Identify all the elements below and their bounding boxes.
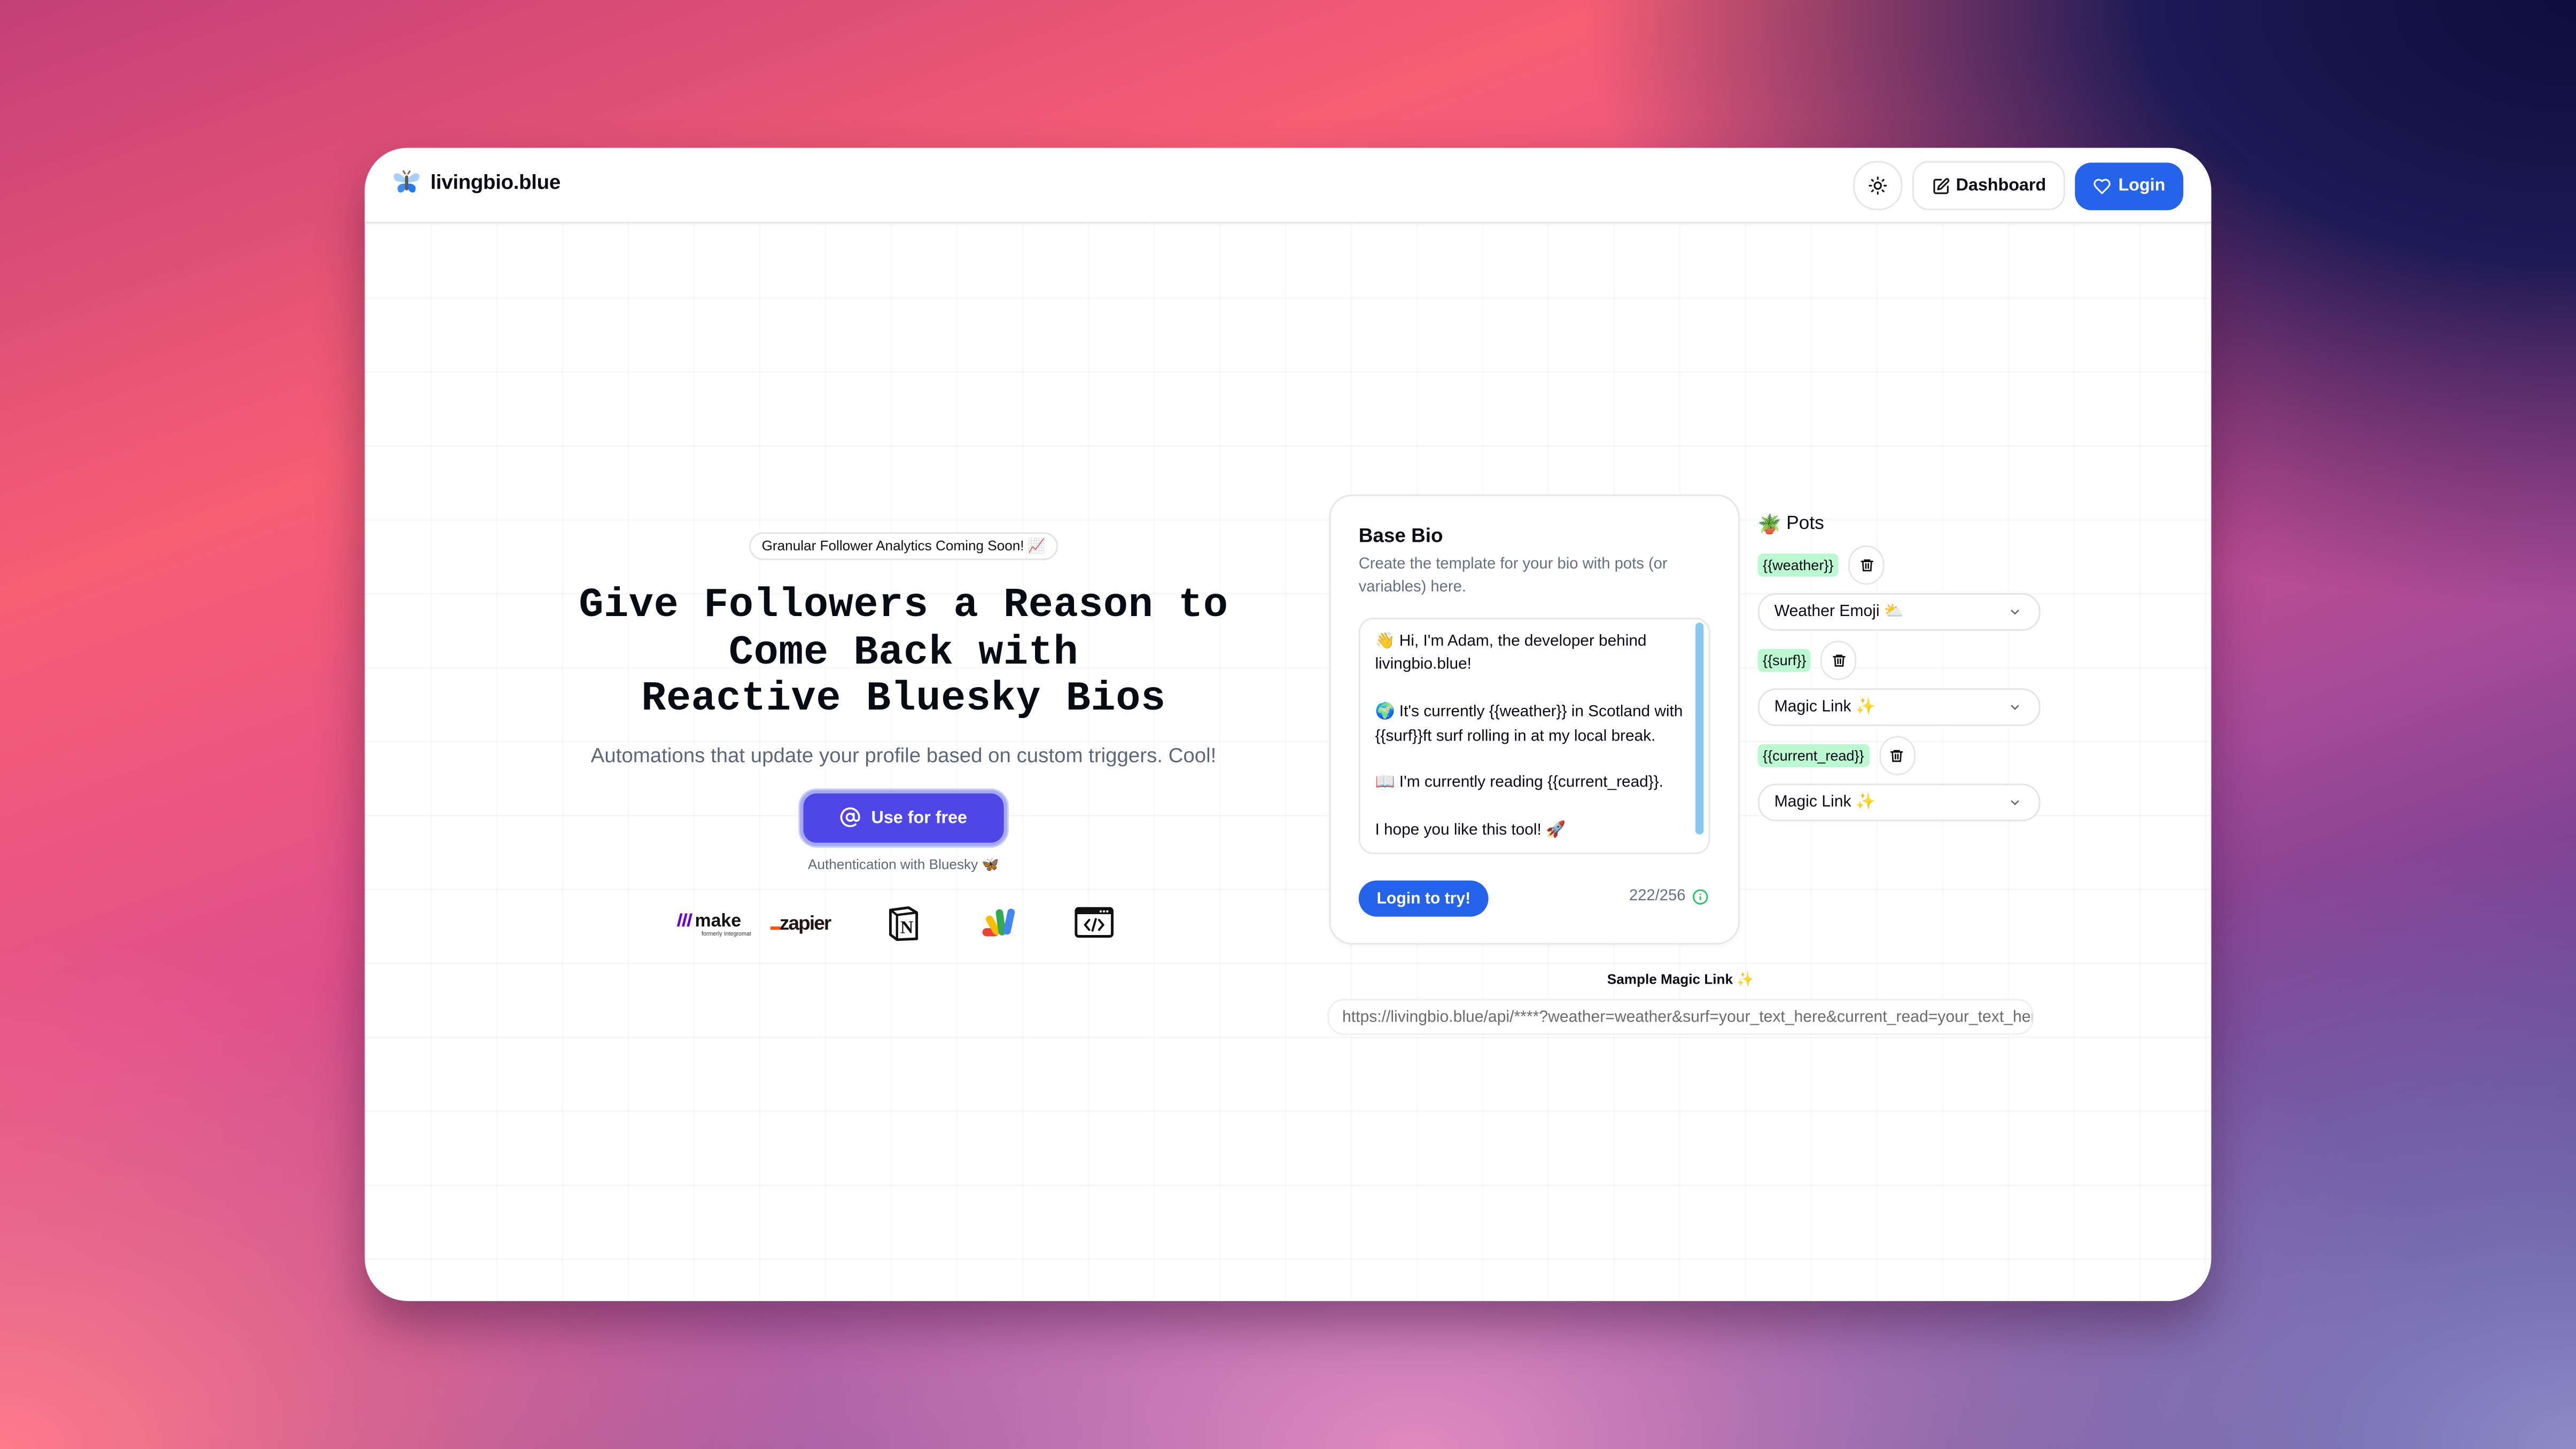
headline-highlight: Reactive Bluesky Bios <box>641 675 1166 723</box>
magic-link-label: Sample Magic Link ✨ <box>1607 971 1754 987</box>
theme-toggle-button[interactable] <box>1852 161 1902 211</box>
dashboard-button[interactable]: Dashboard <box>1911 161 2066 211</box>
pot-tag: {{surf}} <box>1757 649 1811 672</box>
pot-item: {{current_read}} <box>1757 736 2041 776</box>
auth-note: Authentication with Bluesky 🦋 <box>808 855 999 872</box>
at-sign-icon <box>840 807 861 828</box>
make-wordmark: make <box>695 910 741 930</box>
char-count-text: 222/256 <box>1629 887 1686 906</box>
delete-pot-button[interactable] <box>1820 641 1857 680</box>
pot-source-value: Weather Emoji ⛅ <box>1774 603 1904 621</box>
login-to-try-button[interactable]: Login to try! <box>1358 880 1489 917</box>
magic-link-section: Sample Magic Link ✨ https://livingbio.bl… <box>1327 971 2034 1035</box>
cta-label: Use for free <box>871 807 967 828</box>
login-label: Login <box>2118 175 2166 196</box>
pot-source-select[interactable]: Magic Link ✨ <box>1757 688 2041 726</box>
browser-window: livingbio.blue Dashboard Login Granular … <box>364 147 2212 1302</box>
zapier-wordmark: zapier <box>780 912 831 933</box>
pots-title: 🪴 Pots <box>1758 512 2041 535</box>
char-counter: 222/256 <box>1629 887 1709 905</box>
pot-source-select[interactable]: Magic Link ✨ <box>1757 783 2041 822</box>
custom-code-logo <box>1047 902 1142 942</box>
trash-icon <box>1833 655 1846 667</box>
brand-link[interactable]: livingbio.blue <box>393 169 561 196</box>
headline-line-2: Come Back with <box>728 628 1079 676</box>
notion-icon: N <box>889 905 919 940</box>
sun-icon <box>1868 176 1886 195</box>
integrations-row: make formerly Integromat zapier N <box>546 902 1262 942</box>
page-headline: Give Followers a Reason to Come Back wit… <box>546 581 1262 723</box>
make-icon: make formerly Integromat <box>676 910 751 936</box>
trash-icon <box>1860 559 1873 572</box>
delete-pot-button[interactable] <box>1879 736 1915 776</box>
google-apps-script-logo <box>951 902 1046 942</box>
pot-tag: {{weather}} <box>1757 554 1839 577</box>
delete-pot-button[interactable] <box>1848 545 1885 585</box>
card-description: Create the template for your bio with po… <box>1358 555 1668 597</box>
edit-square-icon <box>1933 177 1949 193</box>
make-logo: make formerly Integromat <box>665 902 760 942</box>
chevron-down-icon <box>2011 800 2019 806</box>
base-bio-card: Base Bio Create the template for your bi… <box>1329 494 1740 945</box>
pots-panel: 🪴 Pots {{weather}} Weather Emoji ⛅ {{sur… <box>1757 512 2041 822</box>
potted-plant-icon: 🪴 <box>1757 516 1781 536</box>
info-circle-icon <box>1692 888 1708 904</box>
notion-logo: N <box>856 902 951 942</box>
pot-source-select[interactable]: Weather Emoji ⛅ <box>1757 593 2041 631</box>
pot-tag: {{current_read}} <box>1757 744 1869 767</box>
login-button[interactable]: Login <box>2075 161 2184 210</box>
hero-subtitle: Automations that update your profile bas… <box>590 743 1217 767</box>
use-for-free-button[interactable]: Use for free <box>800 789 1007 845</box>
pots-title-text: Pots <box>1786 514 1824 534</box>
card-title: Base Bio <box>1358 524 1443 547</box>
google-apps-script-icon <box>982 908 1015 936</box>
dashboard-label: Dashboard <box>1956 175 2046 196</box>
pot-source-value: Magic Link ✨ <box>1774 793 1876 812</box>
magic-link-input[interactable]: https://livingbio.blue/api/****?weather=… <box>1327 999 2034 1035</box>
zapier-logo: zapier <box>761 902 856 942</box>
announcement-badge[interactable]: Granular Follower Analytics Coming Soon!… <box>749 532 1059 560</box>
butterfly-icon <box>394 170 419 193</box>
bio-textarea[interactable]: 👋 Hi, I'm Adam, the developer behind liv… <box>1358 618 1710 854</box>
headline-line-1: Give Followers a Reason to <box>579 581 1228 629</box>
notion-glyph: N <box>900 917 913 937</box>
bio-text: 👋 Hi, I'm Adam, the developer behind liv… <box>1375 632 1683 840</box>
pot-source-value: Magic Link ✨ <box>1774 698 1876 716</box>
heart-icon <box>2094 178 2111 193</box>
chevron-down-icon <box>2011 609 2019 615</box>
pot-item: {{surf}} <box>1757 641 2041 680</box>
trash-icon <box>1890 750 1903 762</box>
brand-name: livingbio.blue <box>430 170 561 194</box>
chevron-down-icon <box>2011 705 2019 710</box>
zapier-icon: zapier <box>770 912 832 933</box>
navbar: livingbio.blue Dashboard Login <box>364 147 2212 224</box>
make-sublabel: formerly Integromat <box>702 930 751 936</box>
code-window-icon <box>1075 907 1114 938</box>
textarea-scrollbar[interactable] <box>1695 622 1704 835</box>
hero-section: Granular Follower Analytics Coming Soon!… <box>546 529 1262 942</box>
pot-item: {{weather}} <box>1757 545 2041 585</box>
